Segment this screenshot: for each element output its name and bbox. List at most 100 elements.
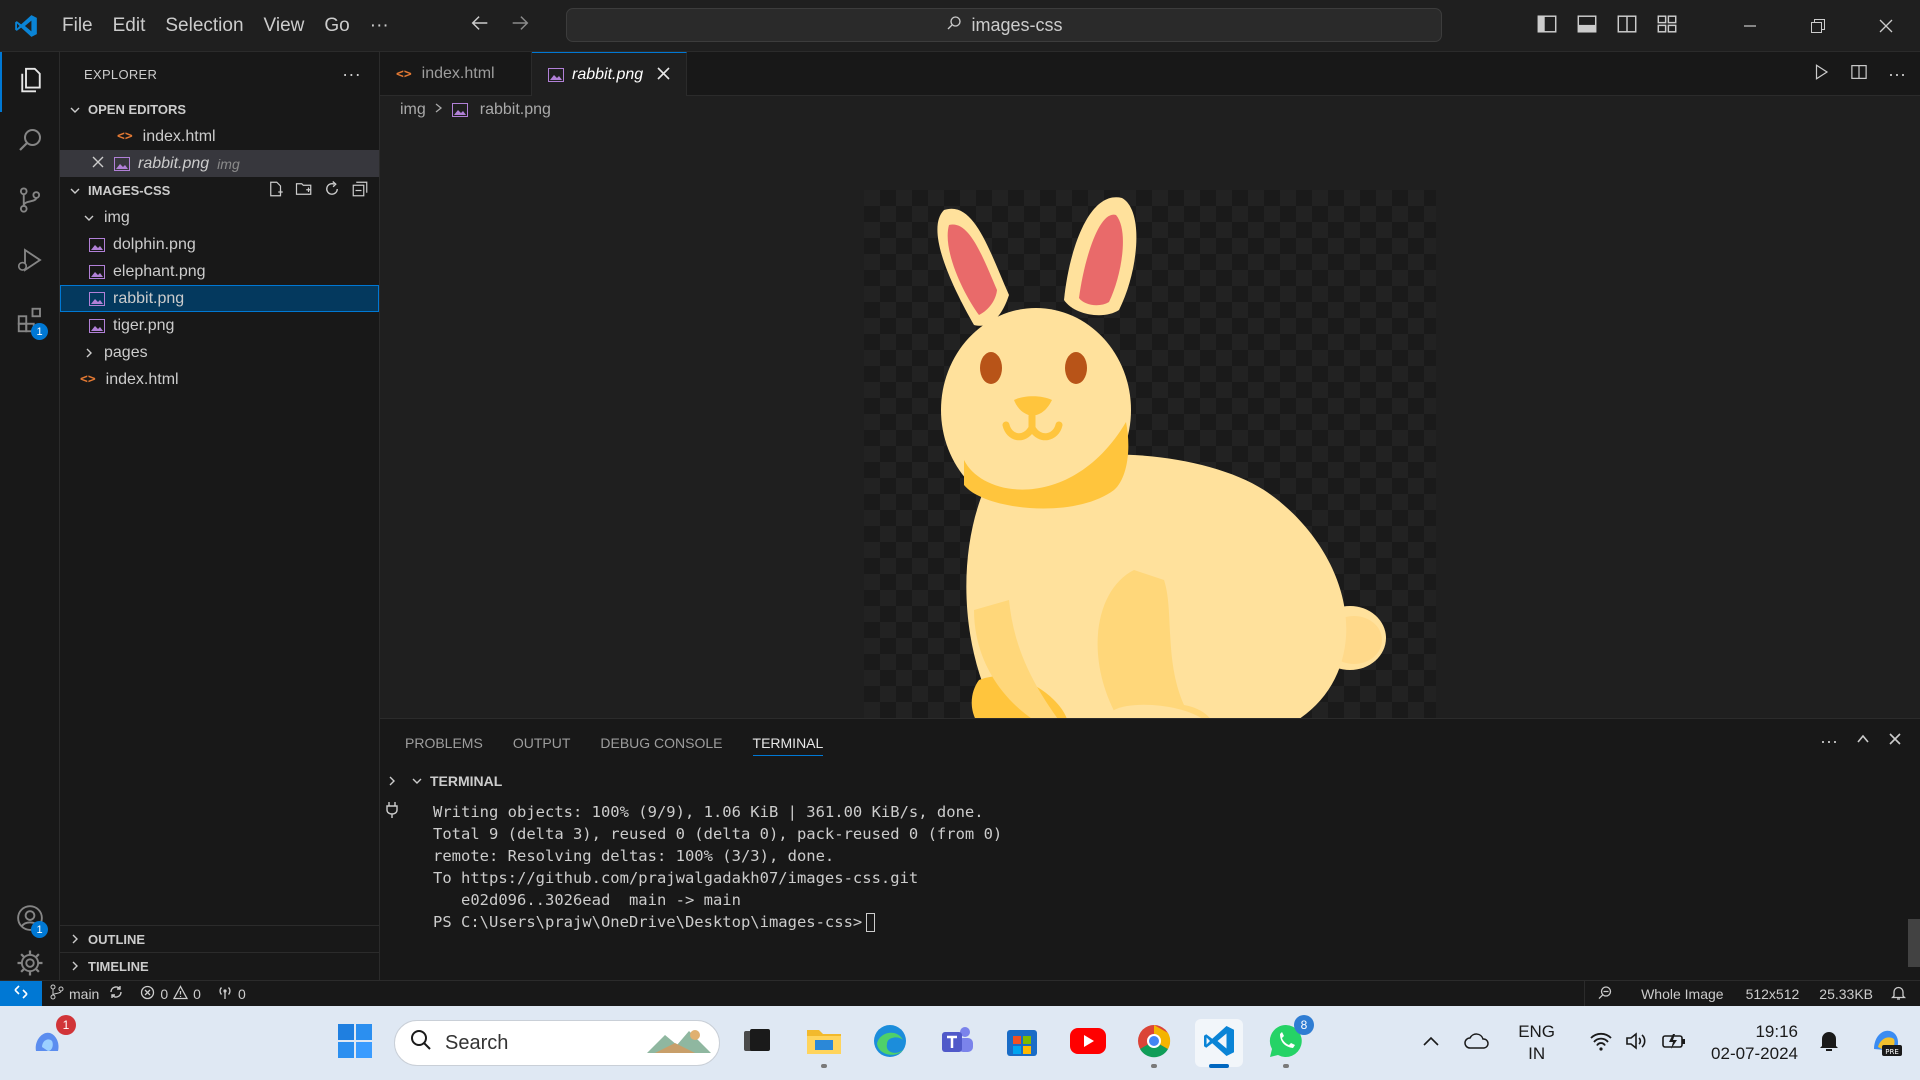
toggle-primary-sidebar-icon[interactable] bbox=[1536, 13, 1558, 40]
terminal-output[interactable]: Writing objects: 100% (9/9), 1.06 KiB | … bbox=[433, 801, 1002, 933]
close-icon[interactable] bbox=[657, 64, 670, 85]
outline-section[interactable]: OUTLINE bbox=[60, 925, 380, 952]
toggle-secondary-sidebar-icon[interactable] bbox=[1616, 13, 1638, 40]
run-debug-activity[interactable] bbox=[0, 232, 60, 292]
chrome-button[interactable] bbox=[1130, 1019, 1178, 1068]
copilot-pre-icon[interactable]: PRE bbox=[1868, 1023, 1904, 1064]
customize-layout-icon[interactable] bbox=[1656, 13, 1678, 40]
open-editor-item[interactable]: rabbit.png img bbox=[60, 150, 379, 177]
source-control-icon bbox=[15, 185, 45, 220]
remote-indicator[interactable] bbox=[0, 980, 42, 1007]
close-panel-icon[interactable] bbox=[1888, 732, 1902, 751]
file-index[interactable]: <> index.html bbox=[60, 366, 379, 393]
split-editor-icon[interactable] bbox=[1850, 63, 1868, 86]
outline-label: OUTLINE bbox=[88, 931, 146, 947]
chevron-right-icon[interactable] bbox=[380, 775, 404, 787]
start-button[interactable] bbox=[331, 1019, 379, 1067]
timeline-section[interactable]: TIMELINE bbox=[60, 952, 380, 979]
back-arrow-icon[interactable] bbox=[469, 12, 491, 39]
youtube-button[interactable] bbox=[1064, 1019, 1112, 1067]
run-icon[interactable] bbox=[1812, 63, 1830, 86]
extensions-activity[interactable]: 1 bbox=[0, 292, 60, 352]
new-file-icon[interactable] bbox=[267, 180, 285, 201]
collapse-all-icon[interactable] bbox=[351, 180, 369, 201]
command-center[interactable]: images-css bbox=[566, 8, 1442, 42]
maximize-panel-icon[interactable] bbox=[1856, 732, 1870, 751]
chevron-up-icon[interactable] bbox=[1422, 1034, 1440, 1052]
clock[interactable]: 19:16 02-07-2024 bbox=[1711, 1021, 1798, 1065]
file-rabbit[interactable]: rabbit.png bbox=[60, 285, 379, 312]
ports-status[interactable]: 0 bbox=[209, 985, 254, 1003]
tab-rabbit-png[interactable]: rabbit.png bbox=[532, 52, 688, 96]
file-tiger[interactable]: tiger.png bbox=[60, 312, 379, 339]
refresh-icon[interactable] bbox=[323, 180, 341, 201]
more-actions-icon[interactable]: ··· bbox=[1888, 64, 1906, 85]
menu-go[interactable]: Go bbox=[314, 0, 359, 52]
volume-icon[interactable] bbox=[1625, 1031, 1649, 1056]
new-folder-icon[interactable] bbox=[295, 180, 313, 201]
tab-problems[interactable]: PROBLEMS bbox=[405, 735, 483, 751]
menu-file[interactable]: File bbox=[52, 0, 103, 52]
edge-button[interactable] bbox=[866, 1019, 914, 1067]
folder-img[interactable]: img bbox=[60, 204, 379, 231]
extensions-badge: 1 bbox=[31, 323, 48, 340]
minimize-button[interactable] bbox=[1716, 0, 1784, 52]
wifi-icon[interactable] bbox=[1589, 1031, 1613, 1056]
task-view-button[interactable] bbox=[733, 1019, 781, 1067]
open-editor-label: rabbit.png bbox=[138, 154, 210, 172]
folder-pages[interactable]: pages bbox=[60, 339, 379, 366]
onedrive-icon[interactable] bbox=[1464, 1032, 1490, 1055]
file-label: dolphin.png bbox=[113, 235, 196, 253]
more-actions-icon[interactable]: ··· bbox=[1820, 731, 1838, 752]
notifications-button[interactable] bbox=[1883, 985, 1920, 1004]
accounts-activity[interactable]: 1 bbox=[0, 890, 60, 950]
terminal-cursor bbox=[866, 913, 876, 932]
source-control-activity[interactable] bbox=[0, 172, 60, 232]
branch-status[interactable]: main bbox=[42, 984, 132, 1003]
tab-terminal[interactable]: TERMINAL bbox=[752, 735, 824, 756]
terminal-line: remote: Resolving deltas: 100% (3/3), do… bbox=[433, 847, 835, 865]
status-bar: main 0 0 0 Whole Image 512x512 25.33KB bbox=[0, 980, 1920, 1007]
image-preview[interactable] bbox=[864, 190, 1436, 760]
toggle-panel-icon[interactable] bbox=[1576, 13, 1598, 40]
breadcrumb-folder[interactable]: img bbox=[400, 101, 426, 119]
zoom-status[interactable] bbox=[1584, 981, 1629, 1007]
forward-arrow-icon[interactable] bbox=[509, 12, 531, 39]
open-editors-header[interactable]: OPEN EDITORS bbox=[60, 96, 379, 123]
menu-view[interactable]: View bbox=[254, 0, 315, 52]
project-header[interactable]: IMAGES-CSS bbox=[60, 177, 379, 204]
copilot-app-button[interactable]: 1 bbox=[24, 1015, 76, 1067]
microsoft-store-button[interactable] bbox=[998, 1019, 1046, 1067]
file-dolphin[interactable]: dolphin.png bbox=[60, 231, 379, 258]
file-elephant[interactable]: elephant.png bbox=[60, 258, 379, 285]
menu-selection[interactable]: Selection bbox=[155, 0, 253, 52]
manage-activity[interactable] bbox=[0, 950, 60, 980]
tab-debug-console[interactable]: DEBUG CONSOLE bbox=[600, 735, 722, 751]
terminal-scrollbar[interactable] bbox=[1908, 919, 1920, 967]
tab-index-html[interactable]: <> index.html bbox=[380, 52, 532, 96]
html-file-icon: <> bbox=[117, 129, 133, 144]
menu-more[interactable]: ··· bbox=[360, 0, 399, 52]
tab-output[interactable]: OUTPUT bbox=[513, 735, 571, 751]
sync-icon[interactable] bbox=[108, 984, 124, 1003]
terminal-header[interactable]: TERMINAL bbox=[380, 767, 1920, 795]
teams-button[interactable] bbox=[933, 1019, 981, 1067]
breadcrumb-file[interactable]: rabbit.png bbox=[480, 101, 551, 119]
open-editor-item[interactable]: <> index.html bbox=[60, 123, 379, 150]
vscode-taskbar-button[interactable] bbox=[1195, 1019, 1243, 1068]
battery-charging-icon[interactable] bbox=[1661, 1031, 1687, 1056]
zoom-level[interactable]: Whole Image bbox=[1629, 986, 1735, 1002]
close-window-button[interactable] bbox=[1852, 0, 1920, 52]
explorer-activity[interactable] bbox=[0, 52, 60, 112]
search-activity[interactable] bbox=[0, 112, 60, 172]
notification-bell-icon[interactable] bbox=[1818, 1029, 1840, 1058]
language-indicator[interactable]: ENG IN bbox=[1518, 1021, 1555, 1065]
whatsapp-button[interactable]: 8 bbox=[1262, 1015, 1314, 1068]
problems-status[interactable]: 0 0 bbox=[132, 984, 209, 1003]
menu-edit[interactable]: Edit bbox=[103, 0, 156, 52]
file-explorer-button[interactable] bbox=[800, 1019, 848, 1068]
taskbar-search[interactable]: Search bbox=[394, 1020, 720, 1066]
restore-button[interactable] bbox=[1784, 0, 1852, 52]
explorer-more-button[interactable]: ··· bbox=[342, 64, 361, 85]
close-icon[interactable] bbox=[92, 155, 104, 173]
